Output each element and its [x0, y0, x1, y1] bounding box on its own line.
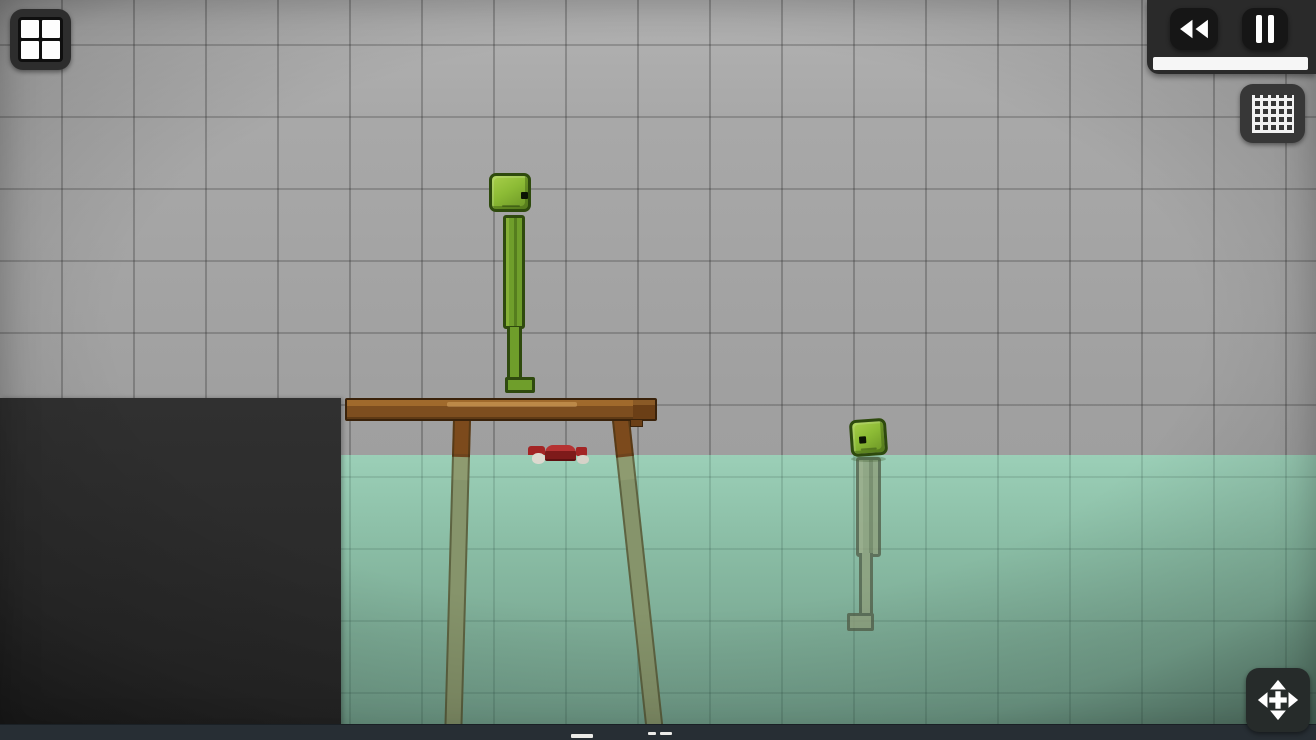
melon-eye: [859, 436, 866, 443]
rewind-button[interactable]: [1170, 8, 1218, 50]
clipped-text-fragment: [648, 732, 656, 735]
pause-button[interactable]: [1242, 8, 1288, 50]
clipped-text-fragment: [571, 734, 593, 738]
melon-mouth: [861, 447, 877, 450]
grid-toggle-button[interactable]: [1240, 84, 1305, 143]
game-viewport: [0, 0, 1316, 740]
red-floating-item[interactable]: [528, 443, 590, 467]
melon-foot[interactable]: [505, 377, 535, 393]
bottom-caption-bar: [0, 724, 1316, 740]
playback-panel: [1147, 0, 1316, 74]
table-top-highlight: [447, 402, 577, 407]
melon-mouth: [502, 205, 520, 207]
wooden-table-top[interactable]: [345, 398, 657, 421]
melon-leg[interactable]: [859, 553, 873, 619]
water-reflection: [851, 456, 886, 462]
window-menu-icon: [18, 17, 63, 62]
menu-button[interactable]: [10, 9, 71, 70]
clipped-text-fragment: [660, 732, 672, 735]
rewind-icon: [1177, 17, 1211, 41]
red-item-body: [545, 445, 576, 461]
melon-ragdoll-standing[interactable]: [487, 171, 543, 395]
timeline-slider[interactable]: [1153, 57, 1308, 70]
grid-mesh-icon: [1252, 95, 1294, 133]
melon-head[interactable]: [849, 418, 888, 457]
red-item-right-claw: [577, 455, 589, 464]
pause-icon: [1254, 15, 1276, 43]
melon-eye: [521, 192, 528, 199]
melon-torso[interactable]: [503, 215, 525, 329]
table-top-right-cap: [633, 400, 655, 419]
red-item-left-claw: [532, 453, 545, 464]
dark-platform-block[interactable]: [0, 398, 341, 732]
pan-tool-button[interactable]: [1246, 668, 1310, 732]
melon-head[interactable]: [489, 173, 531, 212]
melon-torso[interactable]: [856, 457, 881, 557]
table-bracket: [630, 419, 643, 427]
melon-foot[interactable]: [847, 613, 874, 631]
move-arrows-icon: [1257, 679, 1299, 721]
melon-ragdoll-floating[interactable]: [845, 417, 895, 645]
melon-leg[interactable]: [507, 327, 522, 383]
